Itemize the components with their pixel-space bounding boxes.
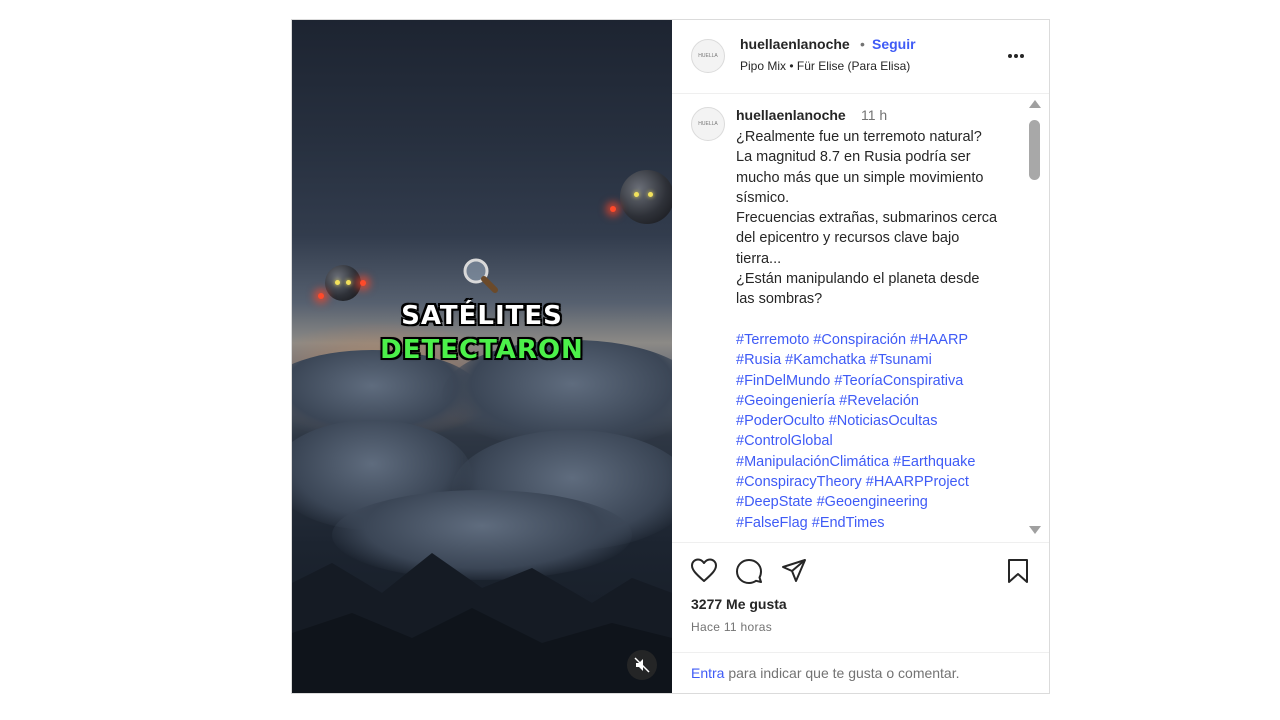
avatar[interactable]: HUELLA <box>691 107 725 141</box>
login-prompt: Entra para indicar que te gusta o coment… <box>672 652 1049 694</box>
hashtag-line[interactable]: #ConspiracyTheory #HAARPProject <box>736 472 1021 492</box>
hashtag-line[interactable]: #FalseFlag #EndTimes <box>736 513 1021 533</box>
caption-line: ¿Realmente fue un terremoto natural? <box>736 129 982 145</box>
caption-line: tierra... <box>736 250 782 267</box>
hashtag-line[interactable]: #PoderOculto #NoticiasOcultas <box>736 411 1021 431</box>
follow-button[interactable]: Seguir <box>872 36 916 52</box>
post-container: SATÉLITES DETECTARON HUELLA huellaenlano… <box>291 19 1050 694</box>
speaker-muted-icon <box>634 657 650 673</box>
caption-line: del epicentro y recursos clave bajo <box>736 230 960 247</box>
avatar-text: HUELLA <box>698 121 718 127</box>
caption-line: Frecuencias extrañas, submarinos cerca <box>736 210 998 227</box>
post-header: HUELLA huellaenlanoche • Seguir Pipo Mix… <box>672 20 1049 94</box>
post-actions: 3277 Me gusta Hace 11 horas Entra para i… <box>672 542 1049 694</box>
hashtag-line[interactable]: #DeepState #Geoengineering <box>736 492 1021 512</box>
login-link[interactable]: Entra <box>691 665 724 681</box>
hashtag-line[interactable]: #ControlGlobal <box>736 431 1021 451</box>
scroll-down-arrow-icon[interactable] <box>1029 526 1041 534</box>
caption-line: las sombras? <box>736 291 823 308</box>
caption-username[interactable]: huellaenlanoche <box>736 107 846 123</box>
bookmark-icon[interactable] <box>1004 557 1032 585</box>
hashtag-line[interactable]: #FinDelMundo #TeoríaConspirativa <box>736 371 1021 391</box>
hashtag-line[interactable]: #Terremoto #Conspiración #HAARP <box>736 330 1021 350</box>
avatar-text: HUELLA <box>698 53 718 59</box>
comments-scrollbar[interactable] <box>1027 100 1041 540</box>
hashtags: #Terremoto #Conspiración #HAARP #Rusia #… <box>736 330 1021 533</box>
overlay-title-line2: DETECTARON <box>380 335 584 365</box>
magnifying-glass-icon <box>460 256 500 305</box>
audio-track-link[interactable]: Pipo Mix • Für Elise (Para Elisa) <box>740 59 910 73</box>
hashtag-line[interactable]: #Rusia #Kamchatka #Tsunami <box>736 350 1021 370</box>
sphere-drone <box>620 170 672 224</box>
caption-line: mucho más que un simple movimiento <box>736 169 984 186</box>
caption-time[interactable]: 11 h <box>861 107 887 123</box>
heart-icon[interactable] <box>690 557 718 585</box>
comment-icon[interactable] <box>735 557 763 585</box>
separator-dot: • <box>860 36 865 52</box>
red-light <box>610 206 616 212</box>
mountain-silhouette <box>292 553 672 693</box>
red-light <box>360 280 366 286</box>
more-options-icon[interactable] <box>1008 45 1028 61</box>
caption-line: sísmico. <box>736 189 790 206</box>
hashtag-line[interactable]: #ManipulaciónClimática #Earthquake <box>736 452 1021 472</box>
overlay-title-line1: SATÉLITES <box>401 301 563 331</box>
login-prompt-rest: para indicar que te gusta o comentar. <box>724 665 960 681</box>
author-username[interactable]: huellaenlanoche <box>740 36 850 52</box>
likes-count[interactable]: 3277 Me gusta <box>691 596 787 612</box>
send-icon[interactable] <box>780 557 808 585</box>
post-sidebar: HUELLA huellaenlanoche • Seguir Pipo Mix… <box>672 20 1049 693</box>
caption-text: ¿Realmente fue un terremoto natural? La … <box>736 127 1021 310</box>
red-light <box>318 293 324 299</box>
caption-line: ¿Están manipulando el planeta desde <box>736 271 980 288</box>
post-timestamp[interactable]: Hace 11 horas <box>691 620 772 634</box>
post-video[interactable]: SATÉLITES DETECTARON <box>292 20 672 693</box>
sphere-drone <box>325 265 361 301</box>
caption-section: HUELLA huellaenlanoche 11 h ¿Realmente f… <box>672 94 1022 542</box>
scroll-up-arrow-icon[interactable] <box>1029 100 1041 108</box>
login-prompt-text: Entra para indicar que te gusta o coment… <box>691 665 960 681</box>
caption-line: La magnitud 8.7 en Rusia podría ser <box>736 149 971 166</box>
mute-button[interactable] <box>627 650 657 680</box>
avatar[interactable]: HUELLA <box>691 39 725 73</box>
hashtag-line[interactable]: #Geoingeniería #Revelación <box>736 391 1021 411</box>
scroll-thumb[interactable] <box>1029 120 1040 180</box>
